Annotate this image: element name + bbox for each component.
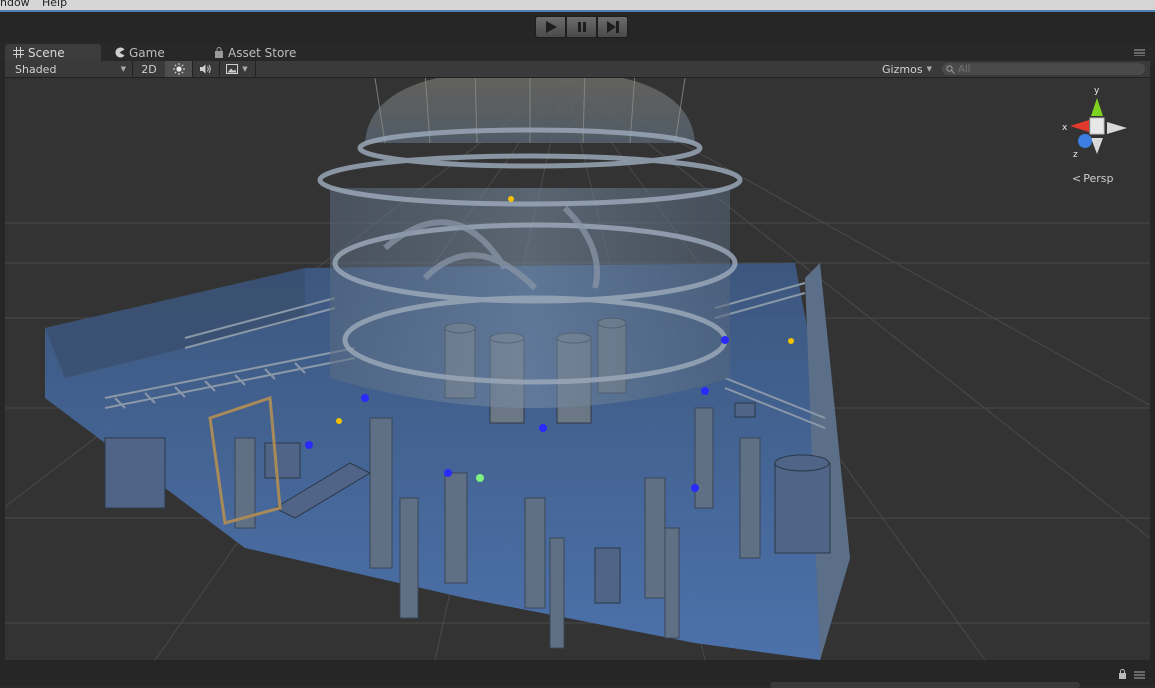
scene-viewport[interactable]: y x z < Persp bbox=[5, 78, 1150, 660]
chevron-down-icon: ▼ bbox=[242, 65, 248, 73]
tab-scene-label: Scene bbox=[28, 45, 65, 60]
tab-asset-store[interactable]: Asset Store bbox=[206, 44, 304, 61]
chevron-down-icon: ▼ bbox=[926, 65, 932, 73]
effects-dropdown[interactable]: ▼ bbox=[219, 61, 256, 77]
play-icon bbox=[545, 21, 557, 33]
play-controls bbox=[535, 16, 628, 38]
hierarchy-search[interactable] bbox=[942, 63, 1145, 75]
2d-toggle-button[interactable]: 2D bbox=[133, 61, 166, 77]
play-button[interactable] bbox=[535, 16, 566, 38]
axis-label-z: z bbox=[1073, 150, 1078, 160]
lighting-toggle-button[interactable] bbox=[165, 61, 193, 77]
scene-grid-icon bbox=[13, 47, 24, 58]
window-right-edge bbox=[1150, 61, 1155, 660]
step-button[interactable] bbox=[597, 16, 628, 38]
game-pacman-icon bbox=[115, 47, 125, 58]
chevron-down-icon: ▼ bbox=[120, 65, 126, 73]
sun-icon bbox=[172, 63, 185, 75]
bottom-panel-edge bbox=[0, 660, 1155, 688]
tab-asset-store-label: Asset Store bbox=[228, 45, 297, 60]
axis-gizmo-icon: y x z bbox=[1062, 86, 1127, 160]
projection-label: Persp bbox=[1083, 172, 1114, 185]
tab-scene[interactable]: Scene bbox=[5, 44, 101, 61]
lock-icon[interactable] bbox=[1118, 669, 1127, 679]
tab-menu-icon[interactable] bbox=[1134, 48, 1145, 56]
panel-menu-icon[interactable] bbox=[1134, 671, 1145, 679]
persp-icon: < bbox=[1072, 172, 1082, 185]
asset-store-bag-icon bbox=[215, 47, 223, 58]
axis-label-y: y bbox=[1094, 86, 1100, 96]
axis-label-x: x bbox=[1062, 123, 1068, 133]
menu-item-window[interactable]: ndow bbox=[0, 0, 30, 9]
speaker-icon bbox=[200, 64, 211, 74]
step-icon bbox=[606, 21, 619, 33]
menu-bar: ndow Help bbox=[0, 0, 1155, 10]
editor-tab-row: Scene Game Asset Store bbox=[0, 42, 1155, 61]
orientation-gizmo[interactable]: y x z bbox=[1055, 86, 1135, 176]
scene-toolbar: Shaded ▼ 2D ▼ Gizmos ▼ bbox=[5, 61, 1150, 78]
gizmos-dropdown[interactable]: Gizmos ▼ bbox=[879, 61, 935, 77]
image-icon bbox=[226, 64, 239, 74]
gizmos-label: Gizmos bbox=[882, 62, 923, 76]
main-toolbar bbox=[0, 12, 1155, 42]
search-icon bbox=[946, 64, 955, 74]
horizontal-scrollbar[interactable] bbox=[770, 682, 1080, 688]
audio-toggle-button[interactable] bbox=[192, 61, 220, 77]
render-mode-label: Shaded bbox=[15, 62, 57, 76]
tab-game-label: Game bbox=[129, 45, 165, 60]
2d-toggle-label: 2D bbox=[141, 62, 157, 76]
scene-render bbox=[5, 78, 1150, 660]
projection-toggle[interactable]: < Persp bbox=[1072, 172, 1113, 185]
pause-button[interactable] bbox=[566, 16, 597, 38]
search-input[interactable] bbox=[958, 63, 1128, 75]
tab-game[interactable]: Game bbox=[106, 44, 173, 61]
render-mode-dropdown[interactable]: Shaded ▼ bbox=[5, 61, 133, 77]
pause-icon bbox=[577, 22, 586, 32]
menu-item-help[interactable]: Help bbox=[42, 0, 67, 9]
